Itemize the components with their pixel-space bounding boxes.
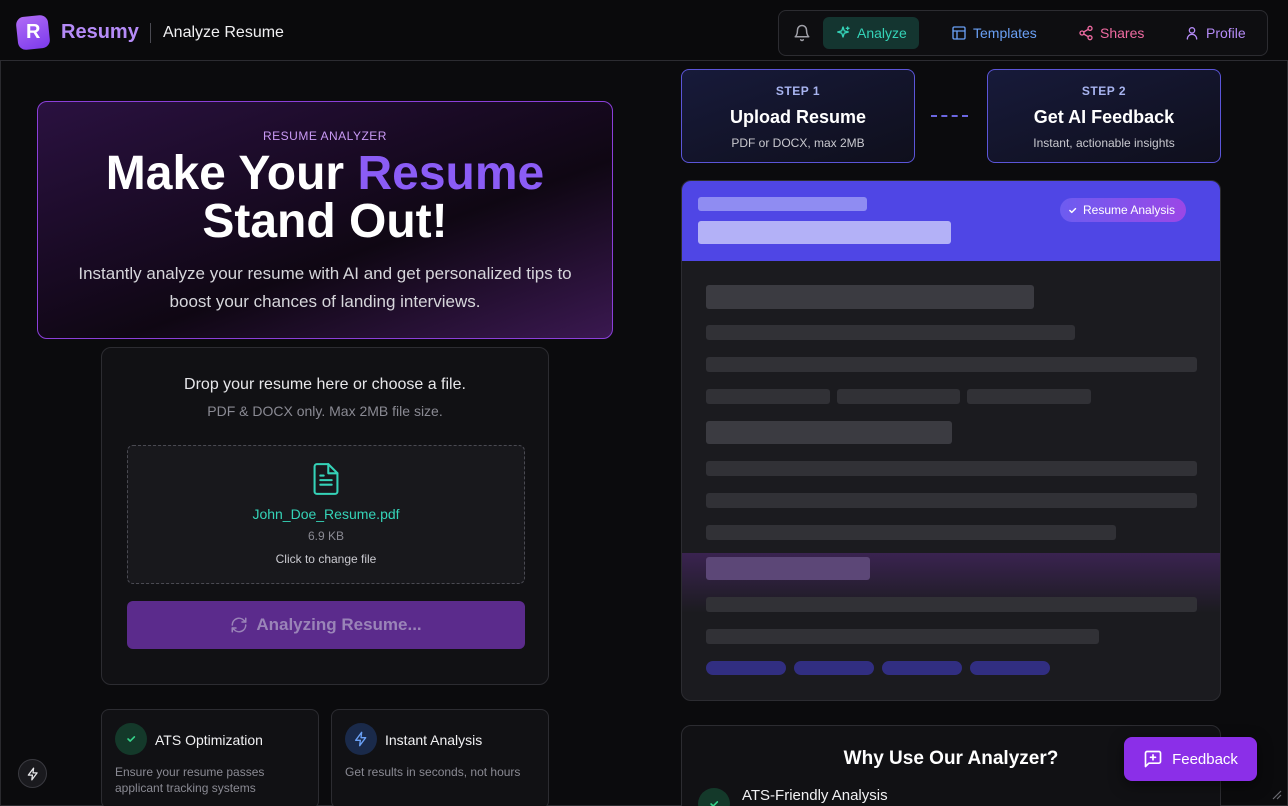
analysis-preview-card: Resume Analysis: [681, 180, 1221, 701]
share-icon: [1078, 25, 1094, 41]
step-connector: [931, 115, 968, 117]
nav-analyze-label: Analyze: [857, 25, 907, 41]
file-text-icon: [312, 463, 340, 495]
nav-shares[interactable]: Shares: [1066, 17, 1156, 49]
page-title: Analyze Resume: [163, 24, 284, 42]
user-icon: [1184, 25, 1200, 41]
preview-header: Resume Analysis: [682, 181, 1221, 261]
skeleton-line: [706, 557, 870, 580]
layout-icon: [951, 25, 967, 41]
skeleton-line: [698, 197, 867, 211]
hero-title-accent: Resume: [357, 147, 544, 200]
feature-title: Instant Analysis: [385, 732, 482, 748]
feedback-label: Feedback: [1172, 751, 1238, 768]
file-dropzone[interactable]: John_Doe_Resume.pdf 6.9 KB Click to chan…: [127, 445, 525, 584]
quick-action-button[interactable]: [18, 759, 47, 788]
brand-name[interactable]: Resumy: [61, 21, 139, 44]
hero-title-part2: Stand Out!: [202, 195, 447, 248]
file-size: 6.9 KB: [128, 529, 524, 543]
upload-subtitle: PDF & DOCX only. Max 2MB file size.: [102, 403, 548, 419]
feature-desc: Ensure your resume passes applicant trac…: [115, 764, 310, 796]
main-nav: Analyze Templates Shares Profile: [778, 10, 1268, 56]
hero-title: Make Your Resume Stand Out!: [38, 150, 612, 246]
nav-analyze[interactable]: Analyze: [823, 17, 919, 49]
hero-subtitle: Instantly analyze your resume with AI an…: [68, 260, 582, 316]
check-icon: [115, 723, 147, 755]
step-title: Upload Resume: [682, 107, 914, 128]
feature-title: ATS Optimization: [155, 732, 263, 748]
analyze-button-label: Analyzing Resume...: [256, 615, 421, 635]
bolt-icon: [26, 767, 40, 781]
skeleton-line: [706, 461, 1197, 476]
skeleton-line: [706, 285, 1034, 309]
nav-profile[interactable]: Profile: [1172, 17, 1258, 49]
skeleton-tag: [794, 661, 874, 675]
skeleton-line: [967, 389, 1091, 404]
skeleton-line: [706, 389, 830, 404]
skeleton-line: [706, 525, 1116, 540]
message-plus-icon: [1143, 749, 1163, 769]
file-name: John_Doe_Resume.pdf: [128, 506, 524, 522]
upload-card: Drop your resume here or choose a file. …: [101, 347, 549, 685]
nav-templates-label: Templates: [973, 25, 1037, 41]
skeleton-tag: [970, 661, 1050, 675]
skeleton-line: [706, 629, 1099, 644]
step-kicker: STEP 1: [682, 84, 914, 98]
refresh-icon: [230, 616, 248, 634]
skeleton-line: [698, 221, 951, 244]
nav-templates[interactable]: Templates: [939, 17, 1049, 49]
step-desc: PDF or DOCX, max 2MB: [682, 136, 914, 150]
badge-label: Resume Analysis: [1083, 203, 1175, 217]
analyze-resume-button[interactable]: Analyzing Resume...: [127, 601, 525, 649]
resize-handle-icon[interactable]: [1268, 786, 1282, 800]
why-item: ATS-Friendly Analysis: [742, 787, 888, 804]
skeleton-tag: [882, 661, 962, 675]
logo-icon[interactable]: R: [15, 14, 50, 50]
skeleton-line: [837, 389, 960, 404]
step-kicker: STEP 2: [988, 84, 1220, 98]
step-desc: Instant, actionable insights: [988, 136, 1220, 150]
change-file-hint: Click to change file: [128, 552, 524, 566]
step-feedback: STEP 2 Get AI Feedback Instant, actionab…: [987, 69, 1221, 163]
bell-icon[interactable]: [793, 24, 811, 42]
hero-kicker: RESUME ANALYZER: [38, 129, 612, 143]
top-header: R Resumy Analyze Resume Analyze Template…: [0, 0, 1288, 61]
skeleton-line: [706, 597, 1197, 612]
hero-title-part1: Make Your: [106, 147, 358, 200]
feedback-button[interactable]: Feedback: [1124, 737, 1257, 781]
skeleton-tag: [706, 661, 786, 675]
check-icon: [1068, 206, 1077, 215]
check-icon: [698, 788, 730, 806]
skeleton-line: [706, 325, 1075, 340]
feature-card-ats: ATS Optimization Ensure your resume pass…: [101, 709, 319, 806]
nav-shares-label: Shares: [1100, 25, 1144, 41]
step-upload: STEP 1 Upload Resume PDF or DOCX, max 2M…: [681, 69, 915, 163]
upload-title: Drop your resume here or choose a file.: [102, 376, 548, 394]
feature-desc: Get results in seconds, not hours: [345, 764, 540, 780]
skeleton-line: [706, 493, 1197, 508]
hero-banner: RESUME ANALYZER Make Your Resume Stand O…: [37, 101, 613, 339]
sparkles-icon: [835, 25, 851, 41]
step-title: Get AI Feedback: [988, 107, 1220, 128]
skeleton-line: [706, 357, 1197, 372]
bolt-icon: [345, 723, 377, 755]
skeleton-line: [706, 421, 952, 444]
header-divider: [150, 23, 151, 43]
feature-card-instant: Instant Analysis Get results in seconds,…: [331, 709, 549, 806]
resume-analysis-badge: Resume Analysis: [1060, 198, 1186, 222]
nav-profile-label: Profile: [1206, 25, 1246, 41]
